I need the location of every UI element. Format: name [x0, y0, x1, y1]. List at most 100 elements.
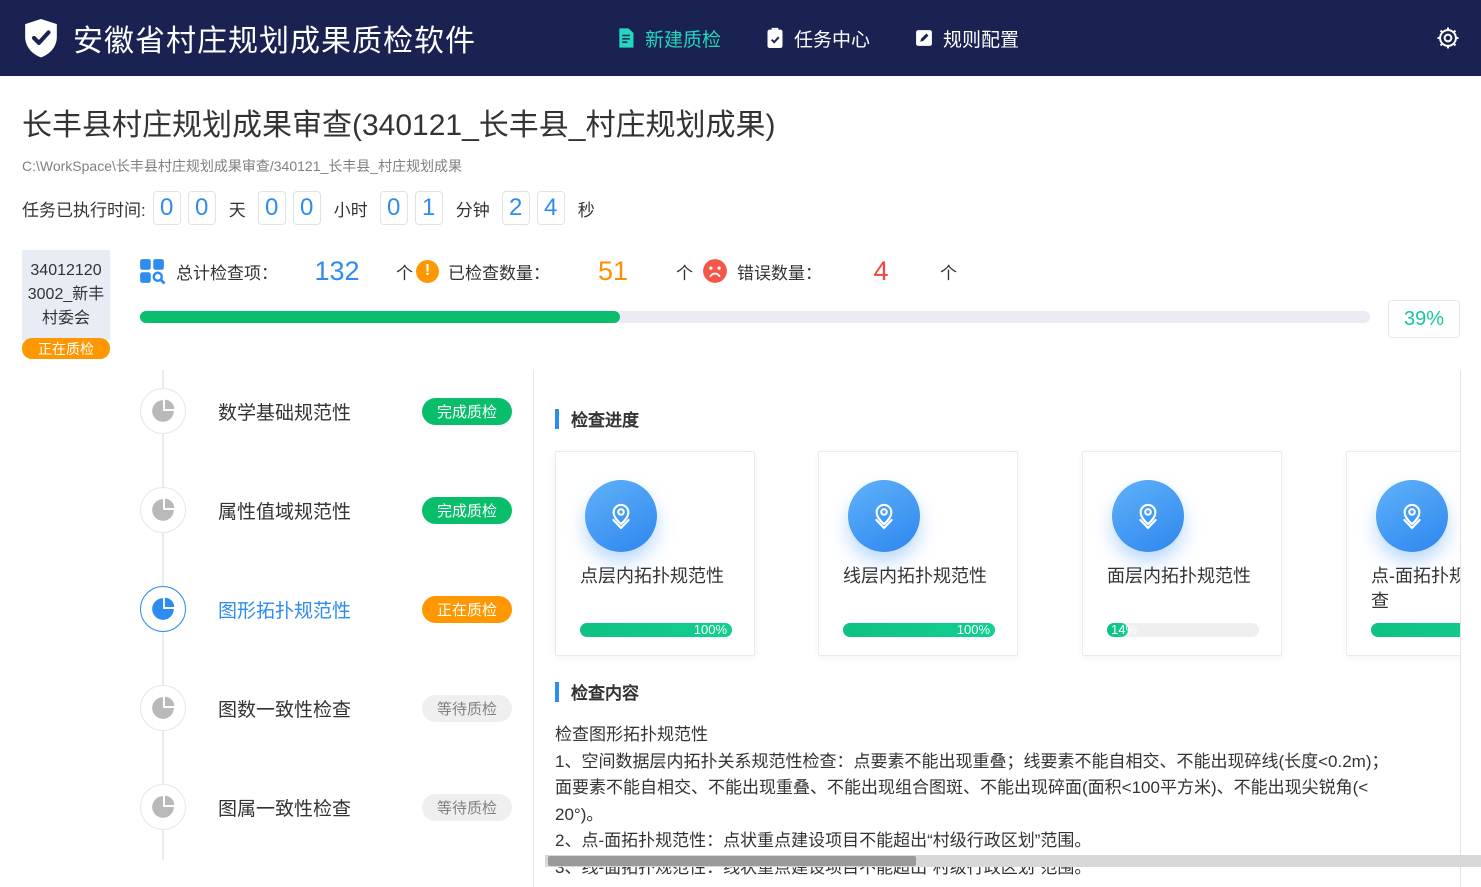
checklist-item-math-foundation[interactable]: 数学基础规范性 完成质检: [140, 388, 512, 434]
stage-label: 图数一致性检查: [218, 695, 422, 722]
content-line: 1、空间数据层内拓扑关系规范性检查：点要素不能出现重叠；线要素不能自相交、不能出…: [555, 749, 1460, 776]
card-percent: 100%: [957, 623, 990, 637]
nav-item-task-center[interactable]: 任务中心: [765, 25, 870, 52]
total-checks-unit: 个: [396, 259, 413, 284]
timer-unit-second: 秒: [578, 196, 595, 221]
card-label: 点层内拓扑规范性: [580, 564, 740, 589]
app-window: 安徽省村庄规划成果质检软件 新建质检: [0, 0, 1481, 887]
card-progress-bar: 100%: [843, 623, 995, 637]
card-percent: 14%: [1111, 623, 1137, 637]
card-progress-fill: 100%: [843, 623, 995, 637]
checklist-item-map-attribute-consistency[interactable]: 图属一致性检查 等待质检: [140, 784, 512, 830]
horizontal-scrollbar-thumb[interactable]: [548, 856, 916, 866]
timer-unit-day: 天: [229, 196, 246, 221]
card-label: 点-面拓扑规范性检查: [1371, 564, 1460, 614]
timer-digit: 0: [380, 191, 408, 225]
village-name: 340121203002_新丰村委会: [27, 259, 105, 331]
nav-label: 规则配置: [943, 25, 1019, 52]
location-pin-icon: [1376, 480, 1448, 552]
accent-bar: [555, 409, 559, 429]
section-title-check-content: 检查内容: [555, 679, 639, 704]
content-line: 20°)。: [555, 802, 1460, 829]
pie-chart-icon: [140, 388, 186, 434]
content-line: 面要素不能自相交、不能出现重叠、不能出现组合图斑、不能出现碎面(面积<100平方…: [555, 775, 1460, 802]
stage-label: 图形拓扑规范性: [218, 596, 422, 623]
stage-status-badge: 完成质检: [422, 497, 512, 524]
nav-label: 任务中心: [794, 25, 870, 52]
clipboard-check-icon: [765, 27, 785, 49]
accent-bar: [555, 682, 559, 702]
progress-card-point-polygon: 点-面拓扑规范性检查: [1346, 451, 1460, 656]
pie-chart-icon: [140, 487, 186, 533]
card-label: 面层内拓扑规范性: [1107, 564, 1267, 589]
main-progress-bar: [140, 311, 1370, 323]
progress-card-polygon-layer: 面层内拓扑规范性 14%: [1082, 451, 1282, 656]
pie-chart-icon: [140, 685, 186, 731]
timer-digit: 0: [188, 191, 216, 225]
stage-status-badge: 等待质检: [422, 794, 512, 821]
stage-label: 图属一致性检查: [218, 794, 422, 821]
card-progress-bar: 14%: [1107, 623, 1259, 637]
timer-digit: 0: [153, 191, 181, 225]
checked-count-value: 51: [550, 256, 676, 287]
progress-card-point-layer: 点层内拓扑规范性 100%: [555, 451, 755, 656]
stats-row: 总计检查项： 132 个 ! 已检查数量： 51 个 错误数量： 4 个: [137, 253, 957, 289]
stage-status-badge: 等待质检: [422, 695, 512, 722]
card-progress-fill: 14%: [1107, 623, 1128, 637]
document-icon: [616, 27, 636, 49]
total-checks-value: 132: [278, 256, 396, 287]
content-line: 检查图形拓扑规范性: [555, 722, 1460, 749]
nav-item-rule-config[interactable]: 规则配置: [914, 25, 1019, 52]
warning-exclamation-icon: !: [416, 260, 439, 283]
brand: 安徽省村庄规划成果质检软件: [22, 0, 476, 76]
page-title: 长丰县村庄规划成果审查(340121_长丰县_村庄规划成果): [22, 100, 775, 144]
checked-count-unit: 个: [676, 259, 693, 284]
location-pin-icon: [848, 480, 920, 552]
progress-percent-box: 39%: [1388, 300, 1460, 338]
pen-config-icon: [914, 28, 934, 48]
total-checks-label: 总计检查项：: [176, 259, 278, 284]
checked-count-label: 已检查数量：: [448, 259, 550, 284]
checklist-item-attribute-domain[interactable]: 属性值域规范性 完成质检: [140, 487, 512, 533]
stage-label: 数学基础规范性: [218, 398, 422, 425]
shield-check-logo-icon: [22, 17, 60, 59]
nav-item-new-inspection[interactable]: 新建质检: [616, 25, 721, 52]
timer-label: 任务已执行时间:: [22, 196, 146, 221]
elapsed-timer: 任务已执行时间: 0 0 天 0 0 小时 0 1 分钟 2 4 秒: [22, 189, 600, 227]
checklist-item-graphic-topology[interactable]: 图形拓扑规范性 正在质检: [140, 586, 512, 632]
timer-unit-minute: 分钟: [456, 196, 490, 221]
horizontal-scrollbar-track[interactable]: [545, 855, 1481, 867]
pie-chart-icon: [140, 784, 186, 830]
card-label: 线层内拓扑规范性: [843, 564, 1003, 589]
detail-panel: 检查进度 点层内拓扑规范性 100%: [534, 370, 1460, 887]
checklist-item-map-number-consistency[interactable]: 图数一致性检查 等待质检: [140, 685, 512, 731]
card-progress-fill: [1371, 623, 1460, 637]
timer-digit: 1: [415, 191, 443, 225]
app-title: 安徽省村庄规划成果质检软件: [73, 16, 476, 60]
stage-status-badge: 完成质检: [422, 398, 512, 425]
timer-digit: 0: [258, 191, 286, 225]
error-sad-face-icon: [702, 258, 728, 284]
card-percent: 100%: [694, 623, 727, 637]
timer-unit-hour: 小时: [334, 196, 368, 221]
grid-search-icon: [137, 256, 167, 286]
stage-label: 属性值域规范性: [218, 497, 422, 524]
timer-digit: 0: [293, 191, 321, 225]
stage-status-badge: 正在质检: [422, 596, 512, 623]
settings-gear-icon[interactable]: [1435, 25, 1461, 51]
error-count-unit: 个: [940, 259, 957, 284]
error-count-value: 4: [822, 256, 940, 287]
check-stage-list: 数学基础规范性 完成质检 属性值域规范性 完成质检 图形拓扑规范性 正在质检 图…: [140, 370, 512, 887]
top-nav: 新建质检 任务中心 规: [616, 0, 1019, 76]
timer-digit: 4: [537, 191, 565, 225]
location-pin-icon: [585, 480, 657, 552]
nav-label: 新建质检: [645, 25, 721, 52]
section-title-check-progress: 检查进度: [555, 406, 639, 431]
workspace-path: C:\WorkSpace\长丰县村庄规划成果审查/340121_长丰县_村庄规划…: [22, 156, 462, 176]
timer-digit: 2: [502, 191, 530, 225]
village-tab[interactable]: 340121203002_新丰村委会: [22, 250, 110, 340]
card-progress-fill: 100%: [580, 623, 732, 637]
village-status-badge: 正在质检: [22, 338, 110, 359]
card-progress-bar: 100%: [580, 623, 732, 637]
main-progress-fill: [140, 311, 620, 323]
